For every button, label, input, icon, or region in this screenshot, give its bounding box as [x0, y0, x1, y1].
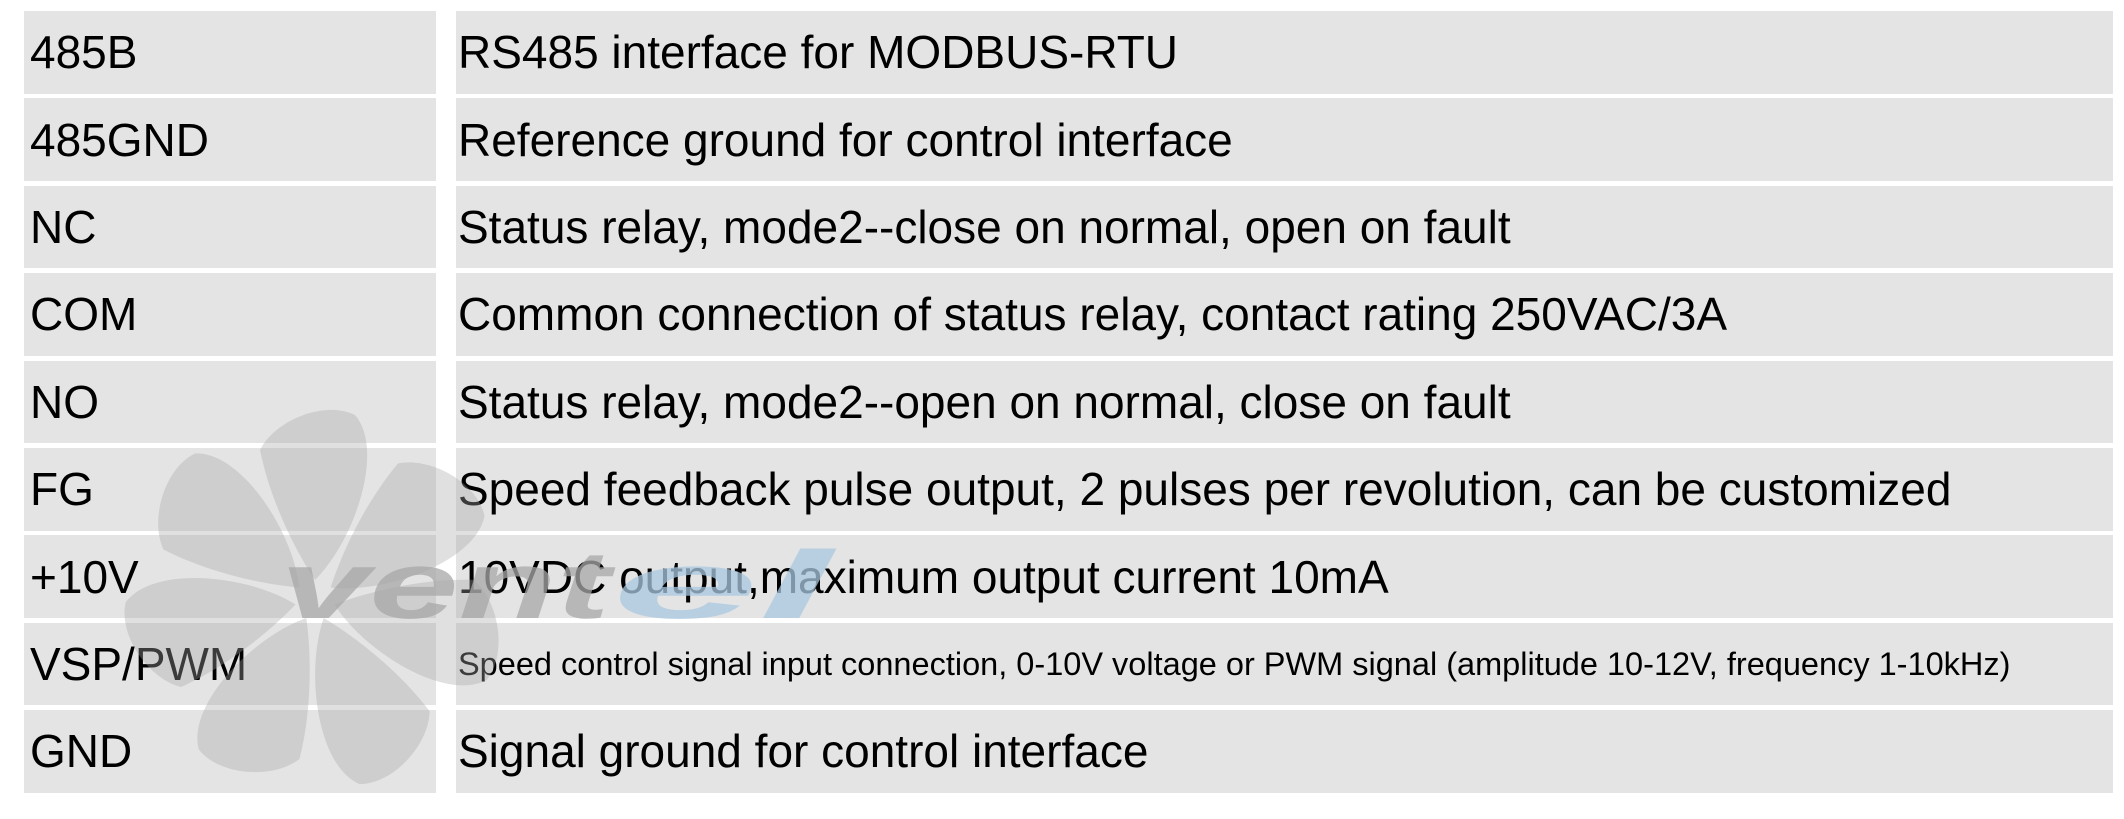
pin-name: NO: [24, 360, 436, 444]
pin-description: Speed feedback pulse output, 2 pulses pe…: [456, 447, 2113, 531]
pin-name: FG: [24, 447, 436, 531]
pin-name: 485GND: [24, 98, 436, 181]
pin-name: NC: [24, 185, 436, 269]
pin-description: Status relay, mode2--open on normal, clo…: [456, 360, 2113, 444]
pin-description: 10VDC output,maximum output current 10mA: [456, 535, 2113, 618]
pin-name: 485B: [24, 11, 436, 94]
pin-name: GND: [24, 710, 436, 793]
pin-description: Speed control signal input connection, 0…: [456, 622, 2113, 706]
pin-name: VSP/PWM: [24, 622, 436, 706]
pin-description: Signal ground for control interface: [456, 710, 2113, 793]
pin-description-table: 485B RS485 interface for MODBUS-RTU 485G…: [24, 11, 2113, 793]
pin-description: Reference ground for control interface: [456, 98, 2113, 181]
pin-description: RS485 interface for MODBUS-RTU: [456, 11, 2113, 94]
pin-name: +10V: [24, 535, 436, 618]
pin-description: Common connection of status relay, conta…: [456, 273, 2113, 356]
pin-description: Status relay, mode2--close on normal, op…: [456, 185, 2113, 269]
pin-name: COM: [24, 273, 436, 356]
